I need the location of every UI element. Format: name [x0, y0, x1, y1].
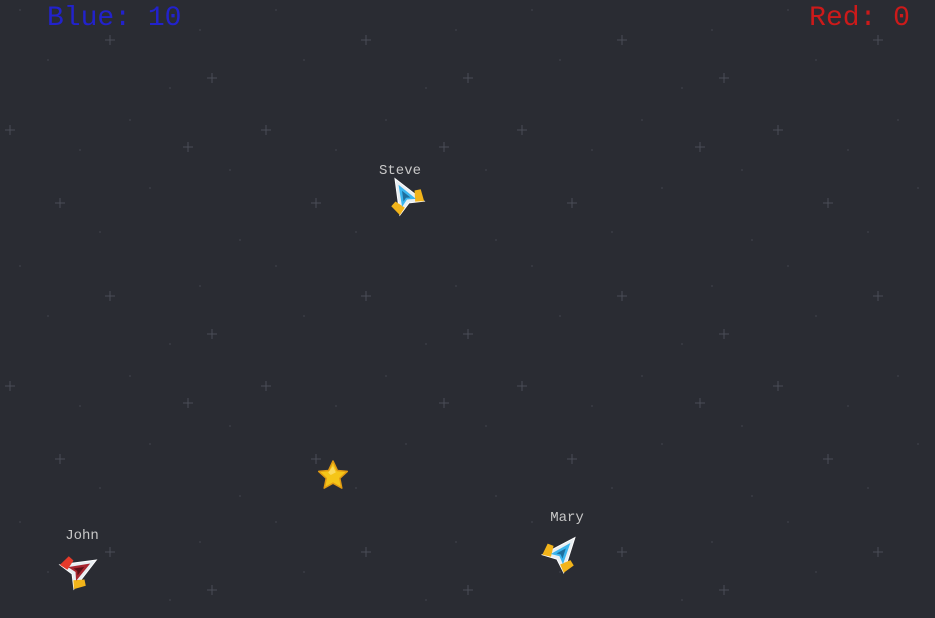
player-name-john: John — [65, 528, 99, 544]
spaceship-icon — [58, 556, 98, 591]
player-name-mary: Mary — [550, 510, 584, 526]
blue-team-score: Blue: 10 — [47, 3, 182, 34]
spaceship-icon — [391, 177, 426, 217]
star-icon — [317, 460, 349, 489]
spaceship-icon — [540, 536, 576, 575]
starfield-background — [5, 9, 919, 601]
game-canvas: Blue: 10 Red: 0 Steve Mary John — [0, 0, 935, 618]
red-team-score: Red: 0 — [809, 3, 910, 34]
